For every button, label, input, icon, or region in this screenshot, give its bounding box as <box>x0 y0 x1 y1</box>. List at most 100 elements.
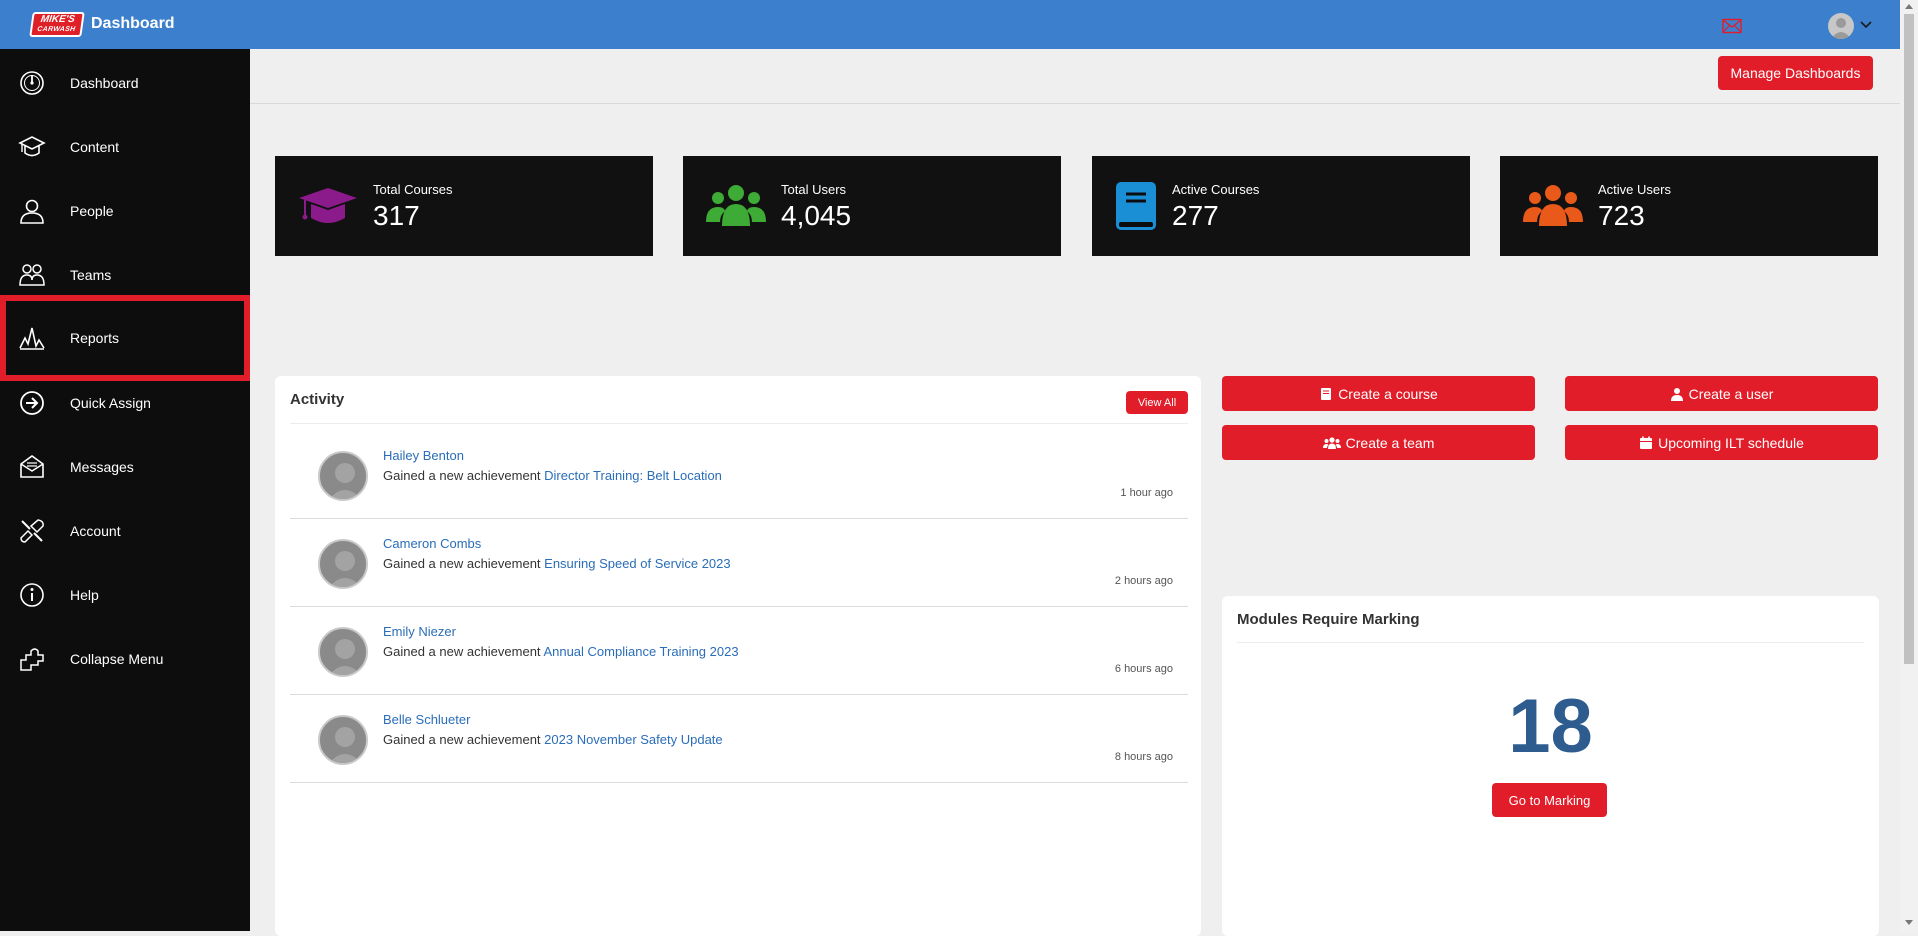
arrow-circle-icon <box>20 391 44 415</box>
stat-title: Active Users <box>1598 182 1671 197</box>
create-team-button[interactable]: Create a team <box>1222 425 1535 460</box>
activity-user-name[interactable]: Emily Niezer <box>383 624 456 639</box>
person-icon <box>20 199 44 224</box>
avatar-silhouette-icon <box>329 727 361 763</box>
view-all-button[interactable]: View All <box>1126 391 1188 414</box>
sidebar-item-label: Messages <box>70 459 134 475</box>
graduation-cap-icon <box>18 136 46 157</box>
team-icon <box>19 264 45 286</box>
sidebar-item-label: People <box>70 203 114 219</box>
logo-line-1: MIKE'S <box>39 14 76 25</box>
create-course-button[interactable]: Create a course <box>1222 376 1535 411</box>
stat-title: Total Courses <box>373 182 453 197</box>
avatar[interactable] <box>318 715 368 765</box>
stat-value: 317 <box>373 200 420 231</box>
calendar-icon <box>1640 436 1653 449</box>
user-avatar[interactable] <box>1828 13 1854 39</box>
mail-icon[interactable] <box>1722 18 1742 34</box>
tools-icon <box>20 519 44 543</box>
dashboard-toolbar <box>250 49 1900 104</box>
sidebar-item-help[interactable]: Help <box>0 563 250 627</box>
sidebar: Dashboard Content People Teams Reports Q… <box>0 49 250 931</box>
sidebar-item-label: Reports <box>70 330 120 346</box>
divider <box>290 423 1188 424</box>
marking-title: Modules Require Marking <box>1237 611 1420 628</box>
stat-title: Total Users <box>781 182 847 197</box>
activity-time: 2 hours ago <box>1114 575 1173 587</box>
activity-time: 6 hours ago <box>1114 663 1173 675</box>
achievement-link[interactable]: Director Training: Belt Location <box>544 468 722 483</box>
activity-item: Cameron Combs Gained a new achievement E… <box>290 519 1188 607</box>
button-label: Create a course <box>1338 385 1438 402</box>
activity-item: Hailey Benton Gained a new achievement D… <box>290 431 1188 519</box>
avatar[interactable] <box>318 451 368 501</box>
scrollbar-thumb[interactable] <box>1904 14 1914 664</box>
sidebar-item-account[interactable]: Account <box>0 499 250 563</box>
page-title: Dashboard <box>91 15 175 32</box>
users-icon <box>706 185 766 226</box>
achievement-link[interactable]: Annual Compliance Training 2023 <box>543 644 738 659</box>
activity-prefix: Gained a new achievement <box>383 556 545 571</box>
sidebar-item-people[interactable]: People <box>0 179 250 243</box>
activity-prefix: Gained a new achievement <box>383 644 544 659</box>
users-icon <box>1322 436 1341 449</box>
stat-title: Active Courses <box>1172 182 1260 197</box>
mikes-carwash-logo[interactable]: MIKE'S CARWASH <box>29 12 85 37</box>
avatar[interactable] <box>318 627 368 677</box>
avatar[interactable] <box>318 539 368 589</box>
dashboard-gauge-icon <box>20 71 44 95</box>
avatar-silhouette-icon <box>1831 18 1851 39</box>
graduation-cap-icon <box>299 188 357 223</box>
divider <box>1237 642 1864 643</box>
sidebar-item-messages[interactable]: Messages <box>0 435 250 499</box>
reports-chart-icon <box>19 327 45 350</box>
activity-title: Activity <box>290 391 345 408</box>
scroll-up-arrow-icon[interactable] <box>1905 4 1913 9</box>
activity-panel: Activity View All Hailey Benton Gained a… <box>275 376 1201 936</box>
sidebar-item-dashboard[interactable]: Dashboard <box>0 51 250 115</box>
sidebar-item-label: Dashboard <box>70 75 139 91</box>
stat-value: 4,045 <box>781 200 852 231</box>
logo-line-2: CARWASH <box>36 26 76 33</box>
marking-count: 18 <box>1508 684 1593 769</box>
avatar-silhouette-icon <box>329 463 361 499</box>
achievement-link[interactable]: Ensuring Speed of Service 2023 <box>544 556 730 571</box>
stat-value: 723 <box>1598 200 1645 231</box>
activity-prefix: Gained a new achievement <box>383 468 545 483</box>
activity-description: Gained a new achievement Ensuring Speed … <box>383 556 731 571</box>
sidebar-item-label: Collapse Menu <box>70 651 164 667</box>
go-to-marking-button[interactable]: Go to Marking <box>1492 783 1607 817</box>
sidebar-item-label: Content <box>70 139 120 155</box>
avatar-silhouette-icon <box>329 639 361 675</box>
activity-item: Emily Niezer Gained a new achievement An… <box>290 607 1188 695</box>
sidebar-item-quick-assign[interactable]: Quick Assign <box>0 371 250 435</box>
user-icon <box>1670 387 1683 401</box>
activity-time: 1 hour ago <box>1120 487 1173 499</box>
activity-user-name[interactable]: Cameron Combs <box>383 536 481 551</box>
activity-description: Gained a new achievement 2023 November S… <box>383 732 723 747</box>
button-label: Create a team <box>1345 434 1435 451</box>
avatar-silhouette-icon <box>329 551 361 587</box>
create-user-button[interactable]: Create a user <box>1565 376 1878 411</box>
scroll-down-arrow-icon[interactable] <box>1905 920 1913 925</box>
activity-user-name[interactable]: Belle Schlueter <box>383 712 470 727</box>
sidebar-item-collapse-menu[interactable]: Collapse Menu <box>0 627 250 691</box>
activity-item: Belle Schlueter Gained a new achievement… <box>290 695 1188 783</box>
stat-value: 277 <box>1172 200 1219 231</box>
sidebar-item-reports[interactable]: Reports <box>0 295 250 381</box>
manage-dashboards-button[interactable]: Manage Dashboards <box>1718 56 1873 90</box>
book-icon <box>1116 182 1156 230</box>
upcoming-ilt-schedule-button[interactable]: Upcoming ILT schedule <box>1565 425 1878 460</box>
collapse-icon <box>20 648 44 671</box>
stat-card-total-users: Total Users 4,045 <box>683 156 1061 256</box>
activity-time: 8 hours ago <box>1114 751 1173 763</box>
chevron-down-icon[interactable] <box>1860 19 1872 29</box>
activity-user-name[interactable]: Hailey Benton <box>383 448 464 463</box>
page-scrollbar[interactable] <box>1900 0 1918 931</box>
sidebar-item-content[interactable]: Content <box>0 115 250 179</box>
activity-description: Gained a new achievement Director Traini… <box>383 468 722 483</box>
button-label: Upcoming ILT schedule <box>1658 434 1804 451</box>
achievement-link[interactable]: 2023 November Safety Update <box>544 732 723 747</box>
activity-description: Gained a new achievement Annual Complian… <box>383 644 739 659</box>
sidebar-item-label: Help <box>70 587 99 603</box>
